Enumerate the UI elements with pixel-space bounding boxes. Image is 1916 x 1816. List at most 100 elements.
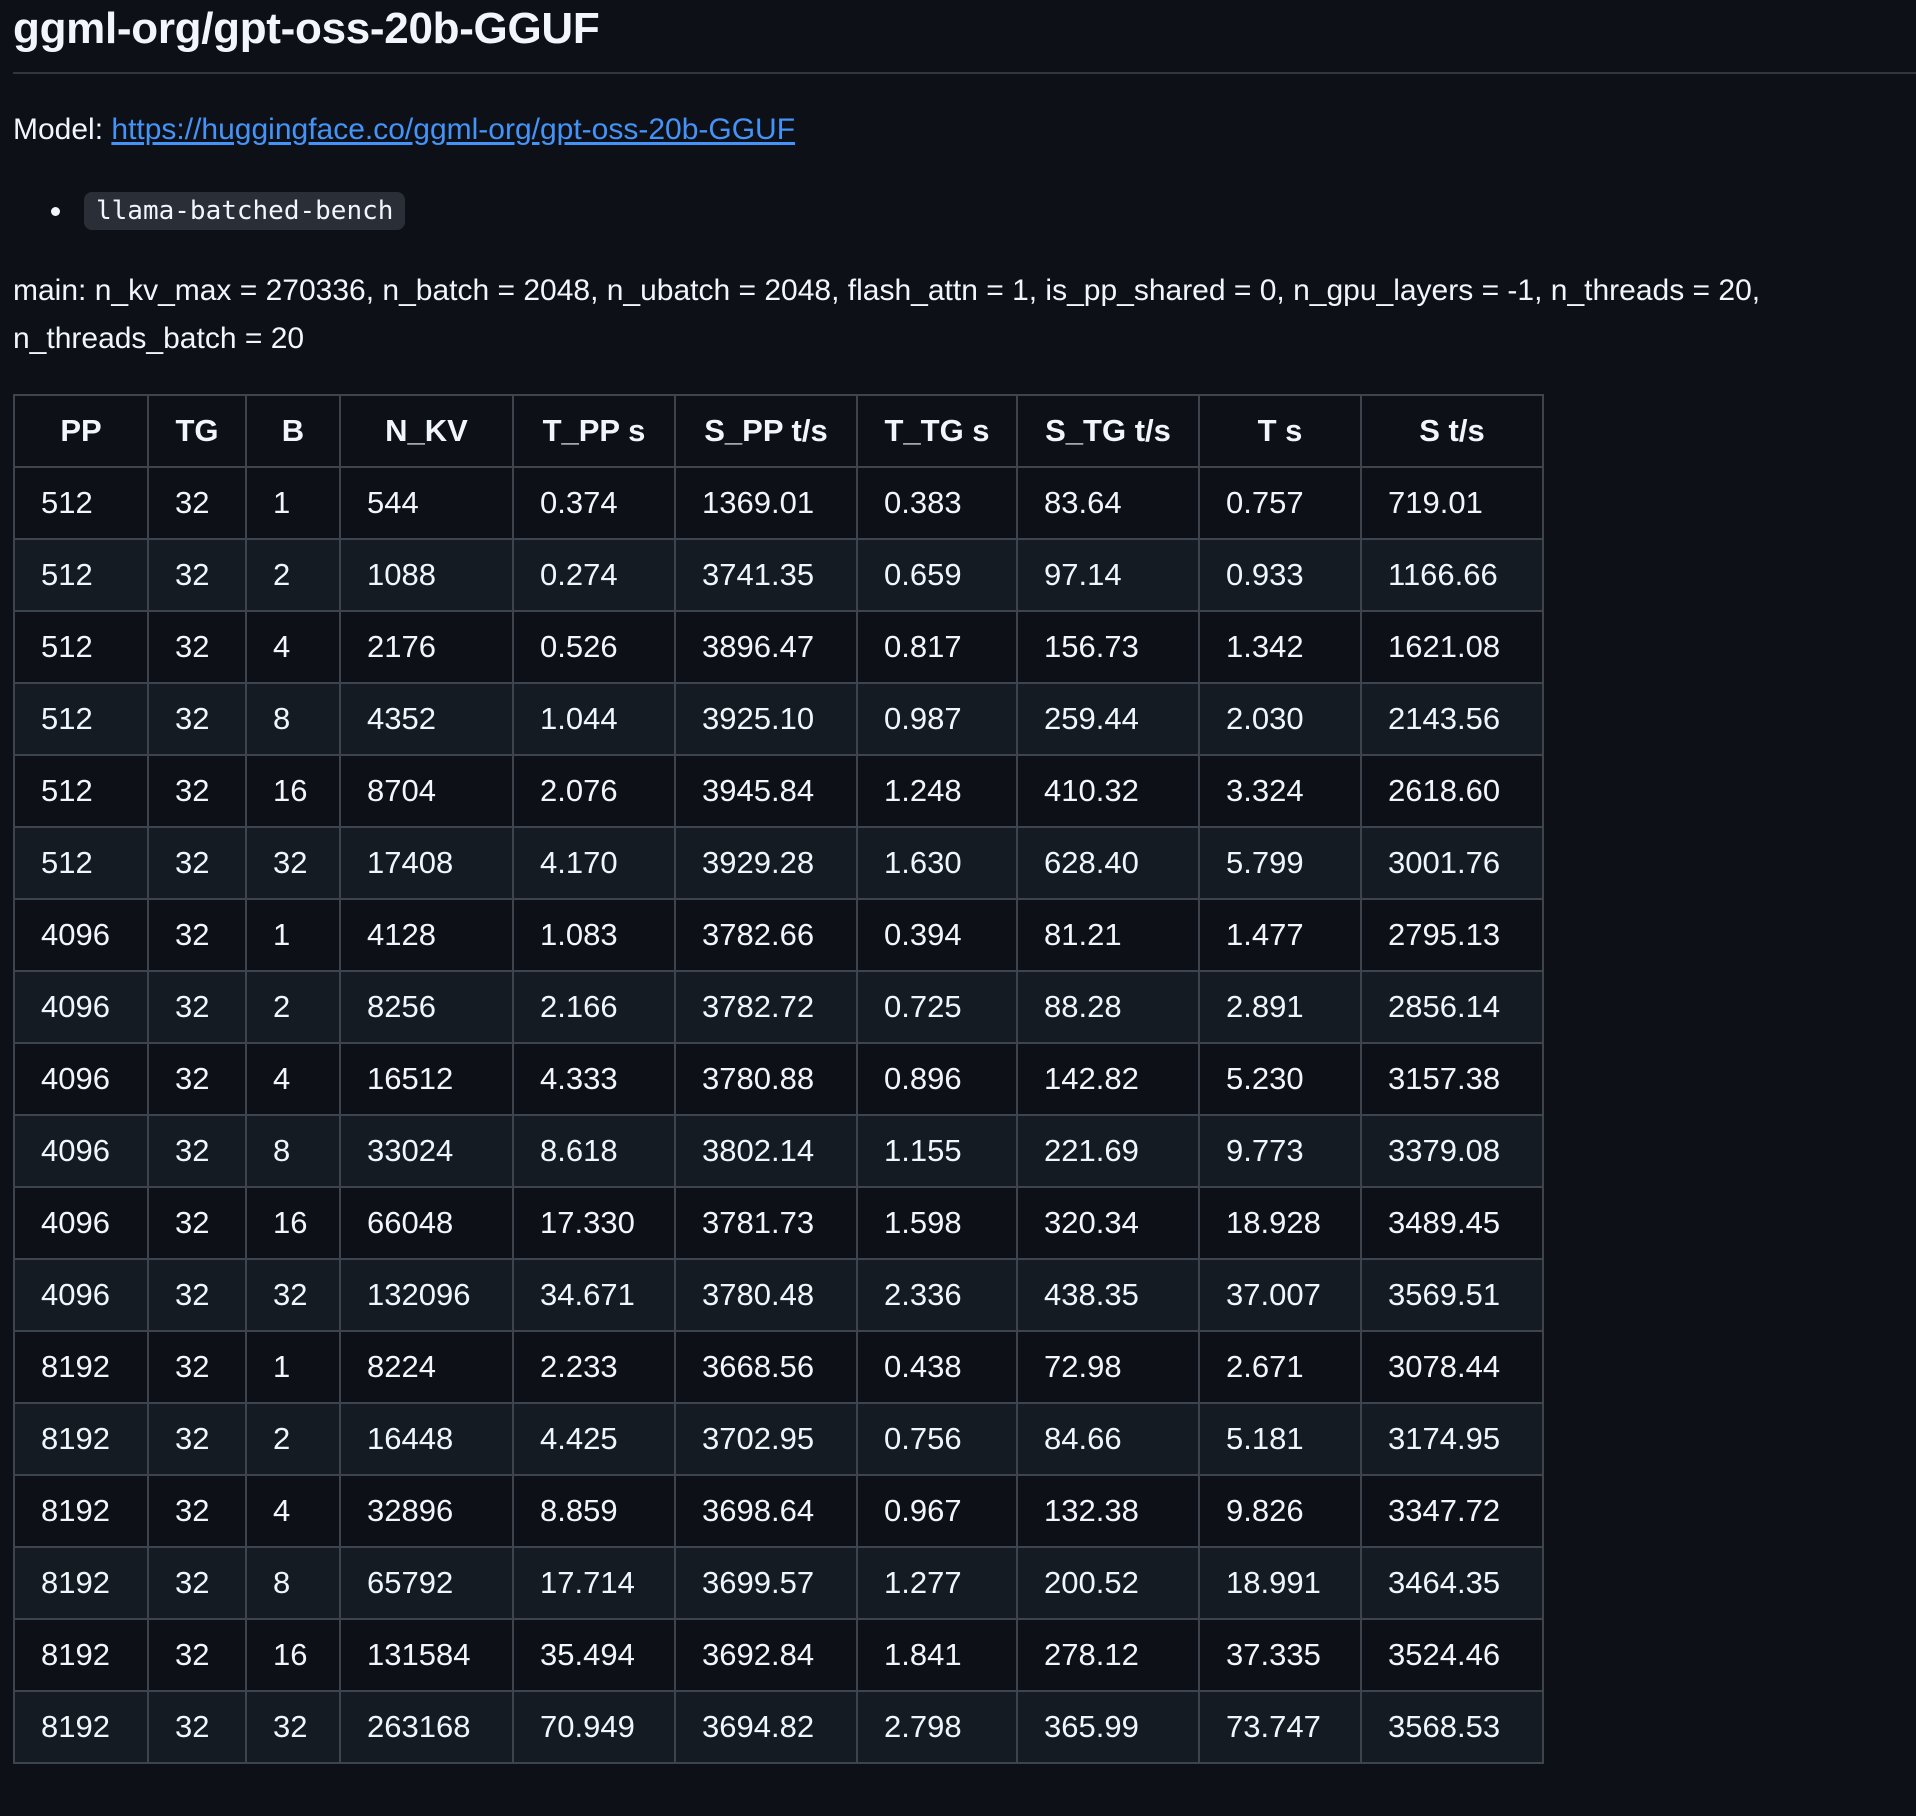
table-cell: 4096 <box>13 1186 149 1260</box>
table-cell: 1088 <box>339 538 514 612</box>
table-cell: 3780.48 <box>674 1258 858 1332</box>
table-cell: 3802.14 <box>674 1114 858 1188</box>
model-link[interactable]: https://huggingface.co/ggml-org/gpt-oss-… <box>111 113 795 146</box>
table-cell: 0.383 <box>856 466 1018 540</box>
table-cell: 5.230 <box>1198 1042 1362 1116</box>
table-row: 8192 32 8 65792 17.714 3699.57 1.277 200.52 18.9… <box>13 1546 1544 1620</box>
table-cell: 0.896 <box>856 1042 1018 1116</box>
table-cell: 32 <box>245 1258 341 1332</box>
table-cell: 32 <box>147 682 247 756</box>
table-cell: 1.083 <box>512 898 676 972</box>
table-cell: 2.166 <box>512 970 676 1044</box>
table-row: 4096 32 1 4128 1.083 3782.66 0.394 81.21 1.477 27… <box>13 898 1544 972</box>
table-cell: 0.967 <box>856 1474 1018 1548</box>
table-cell: 0.659 <box>856 538 1018 612</box>
table-cell: 0.394 <box>856 898 1018 972</box>
table-cell: 8 <box>245 682 341 756</box>
table-cell: 1166.66 <box>1360 538 1544 612</box>
table-cell: 2 <box>245 1402 341 1476</box>
table-cell: 3896.47 <box>674 610 858 684</box>
table-cell: 32 <box>147 1618 247 1692</box>
table-cell: 3782.66 <box>674 898 858 972</box>
table-cell: 1.277 <box>856 1546 1018 1620</box>
table-cell: 3702.95 <box>674 1402 858 1476</box>
table-cell: 37.335 <box>1198 1618 1362 1692</box>
table-cell: 17408 <box>339 826 514 900</box>
column-header: B <box>245 394 341 468</box>
table-cell: 32 <box>147 610 247 684</box>
table-cell: 97.14 <box>1016 538 1200 612</box>
table-cell: 278.12 <box>1016 1618 1200 1692</box>
table-cell: 0.274 <box>512 538 676 612</box>
table-cell: 2.076 <box>512 754 676 828</box>
table-cell: 8256 <box>339 970 514 1044</box>
table-cell: 4 <box>245 610 341 684</box>
markdown-content: ggml-org/gpt-oss-20b-GGUF Model: https:/… <box>13 0 1916 1764</box>
table-cell: 32 <box>147 1690 247 1764</box>
table-cell: 32 <box>147 754 247 828</box>
table-cell: 32 <box>147 898 247 972</box>
table-cell: 3569.51 <box>1360 1258 1544 1332</box>
table-cell: 18.991 <box>1198 1546 1362 1620</box>
table-cell: 65792 <box>339 1546 514 1620</box>
table-header-row: PP TG B N_KV T_PP s S_PP t/s T_TG s S_TG… <box>13 394 1544 468</box>
table-cell: 221.69 <box>1016 1114 1200 1188</box>
table-cell: 3925.10 <box>674 682 858 756</box>
table-cell: 263168 <box>339 1690 514 1764</box>
table-cell: 16 <box>245 1186 341 1260</box>
table-cell: 1.477 <box>1198 898 1362 972</box>
bullet-icon <box>51 206 60 216</box>
table-cell: 0.756 <box>856 1402 1018 1476</box>
table-cell: 1.248 <box>856 754 1018 828</box>
table-cell: 18.928 <box>1198 1186 1362 1260</box>
table-cell: 3347.72 <box>1360 1474 1544 1548</box>
table-cell: 3694.82 <box>674 1690 858 1764</box>
table-cell: 2.336 <box>856 1258 1018 1332</box>
table-cell: 3078.44 <box>1360 1330 1544 1404</box>
table-cell: 2.233 <box>512 1330 676 1404</box>
table-cell: 16 <box>245 754 341 828</box>
table-cell: 32 <box>245 1690 341 1764</box>
table-cell: 8 <box>245 1114 341 1188</box>
table-cell: 32 <box>147 1258 247 1332</box>
table-cell: 0.526 <box>512 610 676 684</box>
table-row: 4096 32 2 8256 2.166 3782.72 0.725 88.28 2.891 28… <box>13 970 1544 1044</box>
table-cell: 16 <box>245 1618 341 1692</box>
table-cell: 8704 <box>339 754 514 828</box>
table-cell: 365.99 <box>1016 1690 1200 1764</box>
table-cell: 2 <box>245 970 341 1044</box>
column-header: S_PP t/s <box>674 394 858 468</box>
table-cell: 4.170 <box>512 826 676 900</box>
table-row: 4096 32 16 66048 17.330 3781.73 1.598 320.34 18.… <box>13 1186 1544 1260</box>
table-cell: 17.330 <box>512 1186 676 1260</box>
table-cell: 131584 <box>339 1618 514 1692</box>
table-cell: 3692.84 <box>674 1618 858 1692</box>
table-cell: 5.181 <box>1198 1402 1362 1476</box>
table-cell: 3157.38 <box>1360 1042 1544 1116</box>
table-cell: 512 <box>13 754 149 828</box>
table-cell: 16448 <box>339 1402 514 1476</box>
table-row: 8192 32 4 32896 8.859 3698.64 0.967 132.38 9.826… <box>13 1474 1544 1548</box>
inline-code: llama-batched-bench <box>84 192 406 230</box>
table-cell: 88.28 <box>1016 970 1200 1044</box>
table-cell: 32 <box>147 1186 247 1260</box>
table-cell: 2 <box>245 538 341 612</box>
table-cell: 83.64 <box>1016 466 1200 540</box>
table-cell: 8192 <box>13 1546 149 1620</box>
table-cell: 8192 <box>13 1474 149 1548</box>
table-row: 8192 32 2 16448 4.425 3702.95 0.756 84.66 5.181 3… <box>13 1402 1544 1476</box>
list-item: llama-batched-bench <box>13 190 406 232</box>
table-cell: 0.817 <box>856 610 1018 684</box>
table-cell: 32 <box>147 538 247 612</box>
table-row: 4096 32 32 132096 34.671 3780.48 2.336 438.35 37… <box>13 1258 1544 1332</box>
table-cell: 4 <box>245 1042 341 1116</box>
table-cell: 70.949 <box>512 1690 676 1764</box>
table-row: 512 32 1 544 0.374 1369.01 0.383 83.64 0.757 719.… <box>13 466 1544 540</box>
bullet-list: llama-batched-bench <box>13 190 406 232</box>
benchmark-table: PP TG B N_KV T_PP s S_PP t/s T_TG s S_TG… <box>13 394 1544 1764</box>
table-cell: 34.671 <box>512 1258 676 1332</box>
table-cell: 8192 <box>13 1690 149 1764</box>
table-cell: 3001.76 <box>1360 826 1544 900</box>
column-header: TG <box>147 394 247 468</box>
table-cell: 33024 <box>339 1114 514 1188</box>
